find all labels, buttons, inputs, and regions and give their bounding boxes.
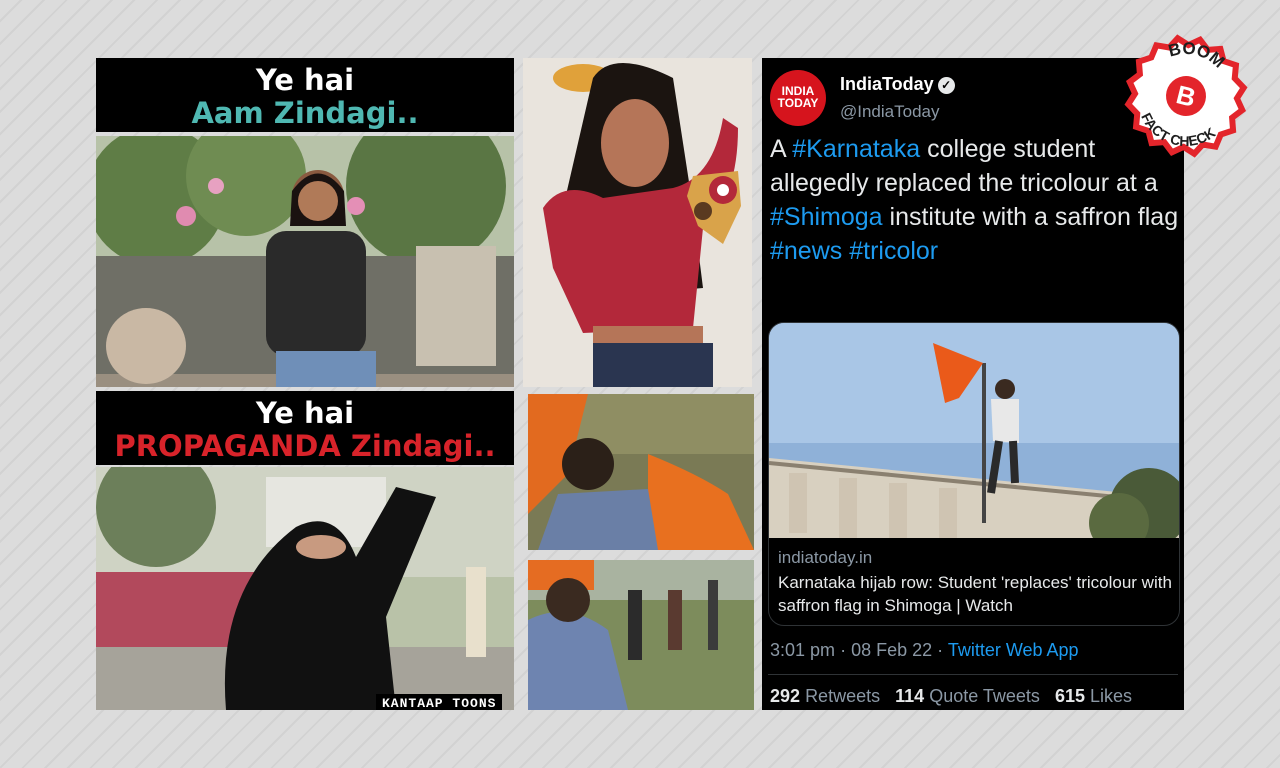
quotes-label: Quote Tweets	[929, 686, 1040, 706]
retweets-count: 292	[770, 686, 801, 706]
likes-stat[interactable]: 615 Likes	[1055, 686, 1132, 706]
avatar-line2: TODAY	[777, 96, 819, 110]
likes-label: Likes	[1090, 686, 1133, 706]
hijab-student-photo: KANTAAP TOONS	[96, 467, 514, 710]
tweet-text-part: A	[770, 135, 793, 163]
tweet-handle[interactable]: @IndiaToday	[840, 102, 940, 122]
display-name-text: IndiaToday	[840, 74, 934, 94]
india-today-avatar[interactable]: INDIA TODAY	[770, 70, 826, 126]
tweet-date[interactable]: 08 Feb 22	[851, 640, 932, 660]
link-preview-card[interactable]: indiatoday.in Karnataka hijab row: Stude…	[768, 322, 1180, 626]
troll-logo	[683, 166, 745, 248]
saffron-crowd-photo-1	[528, 394, 754, 550]
hashtag-link[interactable]: #Karnataka	[792, 135, 920, 163]
verified-icon: ✓	[937, 76, 955, 94]
link-title: Karnataka hijab row: Student 'replaces' …	[778, 573, 1172, 615]
tweet-source-app[interactable]: Twitter Web App	[948, 640, 1079, 660]
hashtag-link[interactable]: #Shimoga	[770, 203, 883, 231]
likes-count: 615	[1054, 686, 1085, 706]
link-preview-image	[769, 323, 1179, 538]
woman-red-top-photo	[523, 58, 752, 387]
bottom-caption-line1: Ye hai	[255, 396, 355, 430]
tweet-time[interactable]: 3:01 pm	[770, 640, 835, 660]
link-domain: indiatoday.in	[778, 548, 873, 567]
boom-fact-check-badge: B BOOM FACT CHECK	[1116, 26, 1256, 166]
meta-separator: ·	[840, 640, 847, 660]
meta-separator: ·	[937, 640, 944, 660]
tweet-stats: 292 Retweets 114 Quote Tweets 615 Likes	[770, 686, 1132, 707]
woman-sitting-photo	[96, 136, 514, 387]
retweets-stat[interactable]: 292 Retweets	[770, 686, 880, 706]
top-caption-bar: Ye hai Aam Zindagi..	[96, 58, 514, 132]
bottom-caption-line2: PROPAGANDA Zindagi..	[114, 429, 496, 464]
hashtag-link[interactable]: #news	[770, 237, 842, 265]
quotes-stat[interactable]: 114 Quote Tweets	[895, 686, 1040, 706]
hashtag-link[interactable]: #tricolor	[849, 237, 938, 265]
quotes-count: 114	[895, 686, 925, 706]
kantaap-watermark: KANTAAP TOONS	[376, 694, 503, 710]
top-caption-line1: Ye hai	[255, 63, 355, 97]
retweets-label: Retweets	[805, 686, 881, 706]
tweet-text-part: institute with a saffron flag	[882, 203, 1179, 231]
tweet-display-name[interactable]: IndiaToday ✓	[840, 74, 955, 95]
bottom-caption-bar: Ye hai PROPAGANDA Zindagi..	[96, 391, 514, 465]
saffron-crowd-photo-2	[528, 560, 754, 710]
stats-divider	[768, 674, 1178, 675]
top-caption-line2: Aam Zindagi..	[191, 96, 419, 131]
tweet-timestamp: 3:01 pm · 08 Feb 22 · Twitter Web App	[770, 640, 1079, 661]
